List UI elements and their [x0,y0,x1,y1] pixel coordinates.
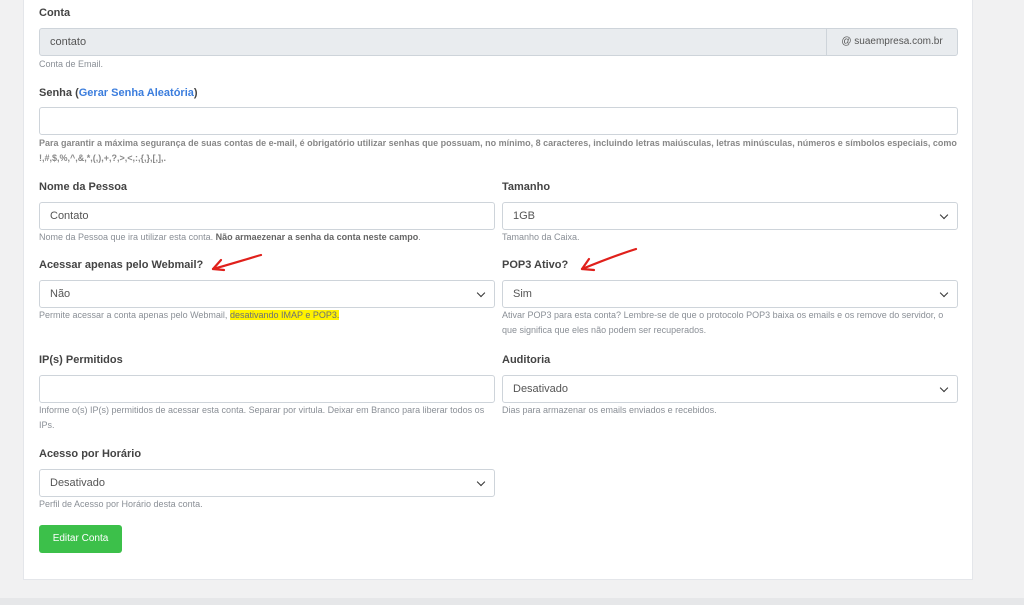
webmail-help-text: Permite acessar a conta apenas pelo Webm… [39,310,230,320]
webmail-value: Não [50,288,71,300]
nome-help-text: Nome da Pessoa que ira utilizar esta con… [39,232,216,242]
webmail-label: Acessar apenas pelo Webmail? [39,259,204,271]
horario-label: Acesso por Horário [39,448,142,460]
senha-help: Para garantir a máxima segurança de suas… [39,138,957,163]
senha-label-text: Senha ( [39,87,79,99]
tamanho-value: 1GB [513,210,536,222]
horario-help: Perfil de Acesso por Horário desta conta… [39,499,203,509]
auditoria-value: Desativado [513,383,569,395]
auditoria-select[interactable]: Desativado [502,375,958,403]
nome-help: Nome da Pessoa que ira utilizar esta con… [39,230,421,245]
ips-help: Informe o(s) IP(s) permitidos de acessar… [39,405,485,430]
pop3-label: POP3 Ativo? [502,259,569,271]
ips-input[interactable] [39,375,495,403]
edit-account-button[interactable]: Editar Conta [39,525,122,553]
annotation-arrow-icon [211,253,263,272]
conta-input[interactable]: contato [39,28,827,56]
nome-help-end: . [418,232,421,242]
conta-domain-addon: @ suaempresa.com.br [826,28,958,56]
pop3-select[interactable]: Sim [502,280,958,308]
senha-input[interactable] [39,107,958,135]
pop3-value: Sim [513,288,532,300]
horario-value: Desativado [50,477,106,489]
webmail-help-highlight: desativando IMAP e POP3. [229,310,340,320]
nome-input[interactable]: Contato [39,202,495,230]
senha-label-suffix: ) [193,87,198,99]
horario-select[interactable]: Desativado [39,469,495,497]
tamanho-label: Tamanho [502,181,551,193]
webmail-select[interactable]: Não [39,280,495,308]
auditoria-label: Auditoria [502,354,551,366]
pop3-help: Ativar POP3 para esta conta? Lembre-se d… [502,310,944,335]
conta-label: Conta [39,7,71,19]
conta-help: Conta de Email. [39,59,104,69]
nome-help-bold: Não armaezenar a senha da conta neste ca… [215,232,419,242]
webmail-help: Permite acessar a conta apenas pelo Webm… [39,308,340,323]
ips-label: IP(s) Permitidos [39,354,123,366]
auditoria-help: Dias para armazenar os emails enviados e… [502,405,717,415]
nome-label: Nome da Pessoa [39,181,128,193]
annotation-arrow-icon [580,247,638,272]
tamanho-help: Tamanho da Caixa. [502,232,580,242]
page-footer-strip [0,598,1024,605]
generate-password-link[interactable]: Gerar Senha Aleatória [79,87,194,99]
senha-label: Senha (Gerar Senha Aleatória) [39,87,198,99]
tamanho-select[interactable]: 1GB [502,202,958,230]
